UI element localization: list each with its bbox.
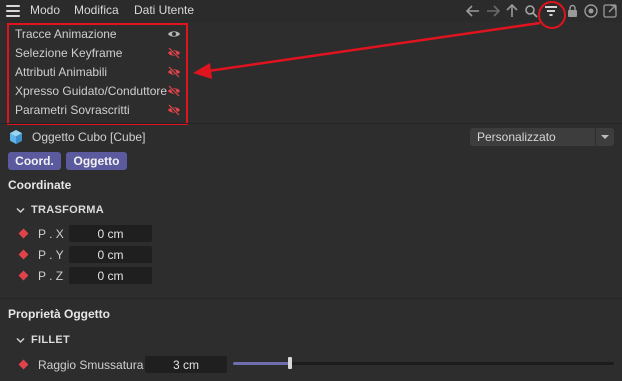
eye-off-icon[interactable] (167, 66, 181, 78)
arrow-right-icon[interactable] (484, 3, 502, 19)
tab-coord[interactable]: Coord. (8, 152, 61, 170)
lock-icon[interactable] (563, 3, 581, 19)
filter-item-attributi-animabili[interactable]: Attributi Animabili (15, 63, 183, 81)
filter-item-label: Selezione Keyframe (15, 46, 123, 60)
group-header-trasforma[interactable]: TRASFORMA (16, 204, 104, 216)
chevron-down-icon (595, 128, 614, 146)
section-title-coordinate: Coordinate (8, 178, 72, 192)
filter-item-tracce-animazione[interactable]: Tracce Animazione (15, 25, 183, 43)
filter-menu: Tracce Animazione Selezione Keyframe Att… (7, 23, 188, 125)
group-header-fillet[interactable]: FILLET (16, 334, 70, 346)
arrow-head-icon (193, 63, 212, 79)
param-label-py: P . Y (38, 248, 64, 262)
cube-icon (10, 130, 22, 144)
preset-dropdown[interactable]: Personalizzato (470, 128, 614, 146)
filter-item-label: Attributi Animabili (15, 65, 108, 79)
menu-modifica[interactable]: Modifica (74, 3, 119, 17)
group-title: FILLET (31, 334, 71, 346)
section-title-proprieta-oggetto: Proprietà Oggetto (8, 307, 111, 321)
filter-item-label: Parametri Sovrascritti (15, 103, 130, 117)
target-icon[interactable] (582, 3, 600, 19)
slider-fill (233, 362, 291, 365)
keyframe-icon[interactable] (18, 249, 29, 260)
param-label-raggio-smussatura: Raggio Smussatura (38, 358, 144, 372)
fillet-radius-field[interactable]: 3 cm (145, 356, 227, 373)
menu-dati-utente[interactable]: Dati Utente (134, 3, 194, 17)
filter-item-xpresso-guidato[interactable]: Xpresso Guidato/Conduttore (15, 82, 183, 100)
arrow-up-icon[interactable] (503, 3, 521, 19)
filter-item-label: Xpresso Guidato/Conduttore (15, 84, 168, 98)
divider (0, 123, 622, 124)
eye-off-icon[interactable] (167, 47, 181, 59)
slider-handle[interactable] (288, 357, 293, 369)
filter-icon[interactable] (542, 3, 560, 19)
keyframe-icon[interactable] (18, 359, 29, 370)
param-label-px: P . X (38, 227, 64, 241)
arrow-left-icon[interactable] (464, 3, 482, 19)
keyframe-icon[interactable] (18, 270, 29, 281)
annotation-arrow-line (207, 21, 541, 73)
filter-item-label: Tracce Animazione (15, 27, 117, 41)
preset-value: Personalizzato (477, 130, 556, 144)
hamburger-menu-icon[interactable] (6, 5, 20, 17)
chevron-down-icon (16, 337, 25, 343)
eye-off-icon[interactable] (167, 104, 181, 116)
eye-icon[interactable] (167, 28, 181, 40)
eye-off-icon[interactable] (167, 85, 181, 97)
keyframe-icon[interactable] (18, 228, 29, 239)
filter-item-selezione-keyframe[interactable]: Selezione Keyframe (15, 44, 183, 62)
group-title: TRASFORMA (31, 204, 104, 216)
chevron-down-icon (16, 207, 25, 213)
divider (0, 298, 622, 299)
menu-modo[interactable]: Modo (30, 3, 60, 17)
tab-oggetto[interactable]: Oggetto (66, 152, 127, 170)
pz-field[interactable]: 0 cm (69, 267, 152, 284)
py-field[interactable]: 0 cm (69, 246, 152, 263)
menubar: Modo Modifica Dati Utente (0, 0, 622, 22)
new-window-icon[interactable] (601, 3, 619, 19)
object-title: Oggetto Cubo [Cube] (32, 130, 146, 144)
px-field[interactable]: 0 cm (69, 225, 152, 242)
param-label-pz: P . Z (38, 269, 64, 283)
filter-item-parametri-sovrascritti[interactable]: Parametri Sovrascritti (15, 101, 183, 119)
search-icon[interactable] (522, 3, 540, 19)
